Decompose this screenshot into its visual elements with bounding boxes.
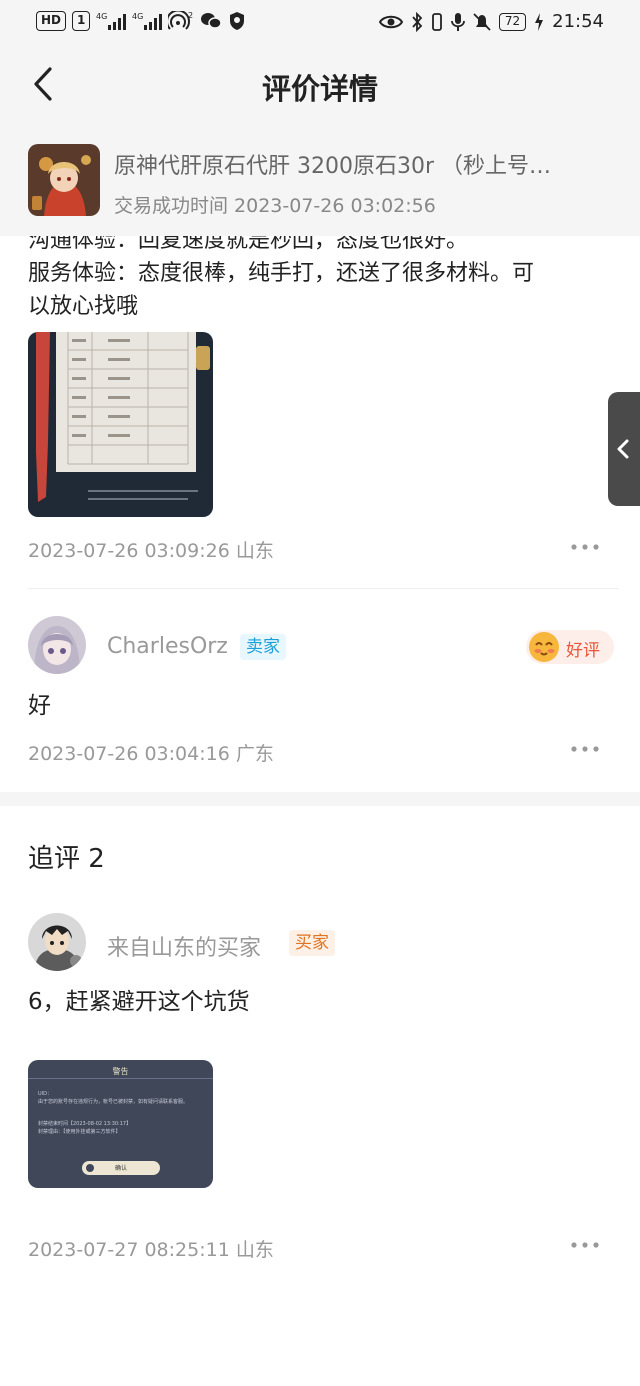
follow-up-meta: 2023-07-27 08:25:11 山东	[28, 1239, 274, 1261]
buyer-role-tag: 买家	[289, 930, 335, 956]
side-drawer-tab[interactable]	[608, 392, 640, 506]
more-options-icon[interactable]	[570, 1241, 600, 1249]
more-options-icon[interactable]	[570, 543, 600, 551]
charging-icon	[535, 12, 544, 31]
seller-reply-meta: 2023-07-26 03:04:16 广东	[28, 743, 274, 765]
photo-confirm-label: 确认	[114, 1165, 127, 1172]
mic-icon	[450, 12, 465, 31]
svg-text:4G: 4G	[132, 12, 143, 21]
photo-warning-title: 警告	[112, 1067, 129, 1076]
signal-icon: 4G	[96, 12, 127, 30]
page-title: 评价详情	[261, 72, 378, 106]
bluetooth-icon	[412, 11, 423, 32]
good-rating-badge: 好评	[526, 630, 614, 664]
smile-emoji-icon	[529, 632, 559, 662]
buyer-username[interactable]: 来自山东的买家	[107, 930, 261, 962]
sim-badge: 1	[72, 11, 91, 31]
photo-uid: UID：	[38, 1091, 52, 1097]
review-line-service-continued: 以放心找哦	[28, 294, 139, 319]
trade-success-time: 交易成功时间 2023-07-26 03:02:56	[114, 195, 436, 217]
photo-divider	[28, 1078, 213, 1079]
eye-icon	[378, 15, 403, 28]
app-shield-icon	[230, 12, 245, 30]
follow-up-text: 6，赶紧避开这个坑货	[28, 989, 250, 1015]
seller-avatar[interactable]	[28, 616, 86, 674]
seller-role-tag: 卖家	[240, 634, 286, 660]
review-line-service: 服务体验：态度很棒，纯手打，还送了很多材料。可	[28, 261, 535, 286]
mute-bell-icon	[473, 12, 491, 31]
seller-reply-text: 好	[28, 693, 51, 719]
buyer-avatar[interactable]	[28, 913, 86, 971]
photo-ban-time: 封禁结束时间【2023-08-02 13:30:17】	[38, 1121, 132, 1127]
vibrate-icon	[431, 12, 442, 31]
follow-up-title: 追评 2	[28, 844, 105, 874]
more-options-icon[interactable]	[570, 745, 600, 753]
divider	[28, 588, 618, 589]
review-meta: 2023-07-26 03:09:26 山东	[28, 540, 274, 562]
photo-ban-reason: 封禁理由：【使用外挂或第三方软件】	[38, 1129, 121, 1135]
hd-badge: HD	[36, 11, 67, 31]
seller-username[interactable]: CharlesOrz	[107, 634, 228, 659]
review-photo[interactable]	[28, 332, 213, 517]
svg-text:4G: 4G	[96, 12, 107, 21]
product-name: 原神代肝原石代肝 3200原石30r （秒上号…	[114, 154, 552, 179]
wechat-icon	[201, 13, 223, 29]
review-line-communication: 沟通体验：回复速度就是秒回，态度也很好。	[28, 236, 469, 253]
photo-body: 由于您的账号存在违规行为，帐号已被封禁，如有疑问请联系客服。	[38, 1099, 189, 1105]
product-thumbnail	[28, 144, 100, 216]
photo-confirm-button: 确认	[82, 1161, 160, 1175]
status-bar: HD 1 4G 4G 2 72 21:54	[0, 0, 640, 44]
clock: 21:54	[552, 11, 604, 32]
signal-icon-2: 4G	[132, 12, 163, 30]
product-card[interactable]: 原神代肝原石代肝 3200原石30r （秒上号… 交易成功时间 2023-07-…	[0, 124, 640, 236]
section-separator	[0, 792, 640, 806]
hotspot-icon: 2	[168, 11, 193, 30]
good-rating-label: 好评	[566, 641, 600, 661]
follow-up-photo[interactable]: 警告 UID： 由于您的账号存在违规行为，帐号已被封禁，如有疑问请联系客服。 封…	[28, 1060, 213, 1188]
svg-text:2: 2	[188, 11, 193, 20]
app-header: 评价详情	[0, 44, 640, 124]
battery-indicator: 72	[498, 12, 527, 31]
chevron-left-icon	[617, 439, 629, 459]
